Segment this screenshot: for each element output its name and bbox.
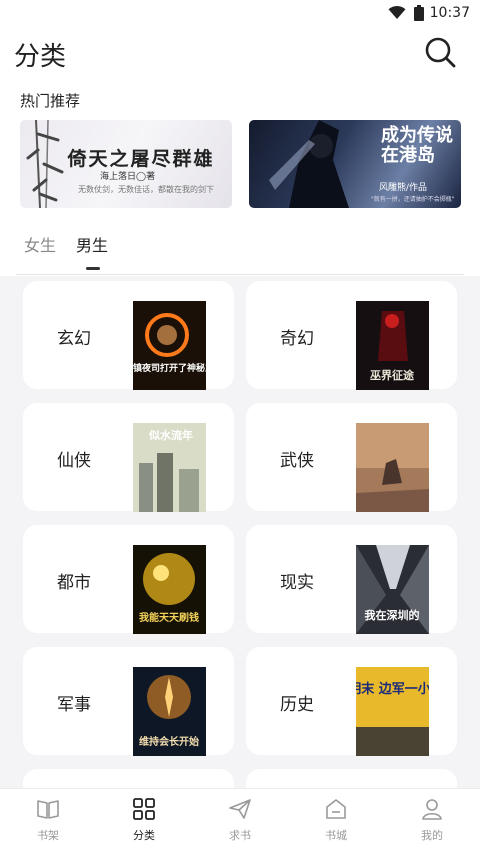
category-card-xuanhuan[interactable]: 玄幻 我在镇夜司打开了神秘之门 xyxy=(23,281,234,390)
category-label: 仙侠 xyxy=(57,451,91,471)
send-icon xyxy=(229,799,251,819)
status-time: 10:37 xyxy=(429,5,470,21)
cover-title: 我在深圳的 xyxy=(365,608,420,622)
category-label: 都市 xyxy=(57,573,91,593)
banner-1-subtitle: 无数仗剑，无数佳话，都散在我的剑下 xyxy=(78,185,214,194)
nav-profile[interactable]: 我的 xyxy=(384,789,480,853)
book-cover: 明末 边军一小兵 xyxy=(356,667,429,756)
cover-title: 维持会长开始 xyxy=(139,735,199,748)
search-icon xyxy=(425,37,456,68)
book-cover: 巫界征途 xyxy=(356,301,429,390)
banner-1[interactable]: 倚天之屠尽群雄 海上落日◯著 无数仗剑，无数佳话，都散在我的剑下 xyxy=(20,120,232,208)
banner-2-title: 成为传说 在港岛 xyxy=(381,125,453,166)
gender-tabs: 女生 男生 xyxy=(24,232,128,270)
nav-label: 书架 xyxy=(37,829,59,842)
banner-1-author: 海上落日◯著 xyxy=(100,172,156,182)
cover-title: 我能天天刷钱 xyxy=(139,611,199,624)
category-card-lishi[interactable]: 历史 明末 边军一小兵 xyxy=(246,647,457,756)
book-cover: 维持会长开始 xyxy=(133,667,206,756)
book-icon xyxy=(37,800,59,819)
store-icon xyxy=(326,799,346,819)
status-bar: 10:37 xyxy=(0,0,480,26)
category-label: 军事 xyxy=(57,695,91,715)
category-card-xianxia[interactable]: 仙侠 似水流年 xyxy=(23,403,234,512)
book-cover: 我在镇夜司打开了神秘之门 xyxy=(133,301,206,390)
category-card-dushi[interactable]: 都市 我能天天刷钱 xyxy=(23,525,234,634)
book-cover: 我在深圳的 xyxy=(356,545,429,634)
tab-divider xyxy=(16,274,464,275)
cover-title: 我在镇夜司打开了神秘之门 xyxy=(133,362,206,374)
top-area: 热门推荐 倚天之屠尽群雄 海上落日◯著 无数仗剑，无数佳话，都散在我的剑下 成为… xyxy=(0,82,480,276)
page-title: 分类 xyxy=(14,42,67,72)
category-card-qihuan[interactable]: 奇幻 巫界征途 xyxy=(246,281,457,390)
nav-label: 书城 xyxy=(325,829,347,842)
banner-2[interactable]: 成为传说 在港岛 风雕熊/作品 "就有一拼，还请抽护不会掷瓶" xyxy=(249,120,461,208)
battery-icon xyxy=(413,5,424,21)
bottom-nav: 书架 分类 求书 书城 我的 xyxy=(0,788,480,853)
nav-request[interactable]: 求书 xyxy=(192,789,288,853)
category-label: 武侠 xyxy=(280,451,314,471)
figure-illustration xyxy=(269,120,349,208)
hot-section-title: 热门推荐 xyxy=(20,92,81,110)
category-label: 奇幻 xyxy=(280,329,314,349)
book-cover xyxy=(356,423,429,512)
search-button[interactable] xyxy=(424,36,456,68)
book-cover: 我能天天刷钱 xyxy=(133,545,206,634)
banner-2-subtitle: "就有一拼，还请抽护不会掷瓶" xyxy=(371,196,455,203)
nav-label: 分类 xyxy=(133,829,155,842)
tab-male[interactable]: 男生 xyxy=(76,232,108,270)
header: 分类 xyxy=(0,26,480,82)
category-card-wuxia[interactable]: 武侠 xyxy=(246,403,457,512)
category-label: 现实 xyxy=(280,573,314,593)
category-card-junshi[interactable]: 军事 维持会长开始 xyxy=(23,647,234,756)
category-card-xianshi[interactable]: 现实 我在深圳的 xyxy=(246,525,457,634)
category-label: 历史 xyxy=(280,695,314,715)
grid-icon xyxy=(133,798,155,820)
cover-top-title: 似水流年 xyxy=(148,428,193,442)
nav-label: 求书 xyxy=(229,829,251,842)
tab-female[interactable]: 女生 xyxy=(24,232,56,270)
user-icon xyxy=(422,799,442,820)
nav-label: 我的 xyxy=(421,829,443,842)
cover-title: 明末 边军一小兵 xyxy=(356,681,429,697)
banner-1-title: 倚天之屠尽群雄 xyxy=(67,148,215,170)
nav-bookshelf[interactable]: 书架 xyxy=(0,789,96,853)
banner-2-author: 风雕熊/作品 xyxy=(379,183,428,193)
nav-category[interactable]: 分类 xyxy=(96,789,192,853)
cover-title: 巫界征途 xyxy=(370,368,415,382)
nav-store[interactable]: 书城 xyxy=(288,789,384,853)
book-cover: 似水流年 xyxy=(133,423,206,512)
category-label: 玄幻 xyxy=(57,329,91,349)
wifi-icon xyxy=(388,6,406,20)
